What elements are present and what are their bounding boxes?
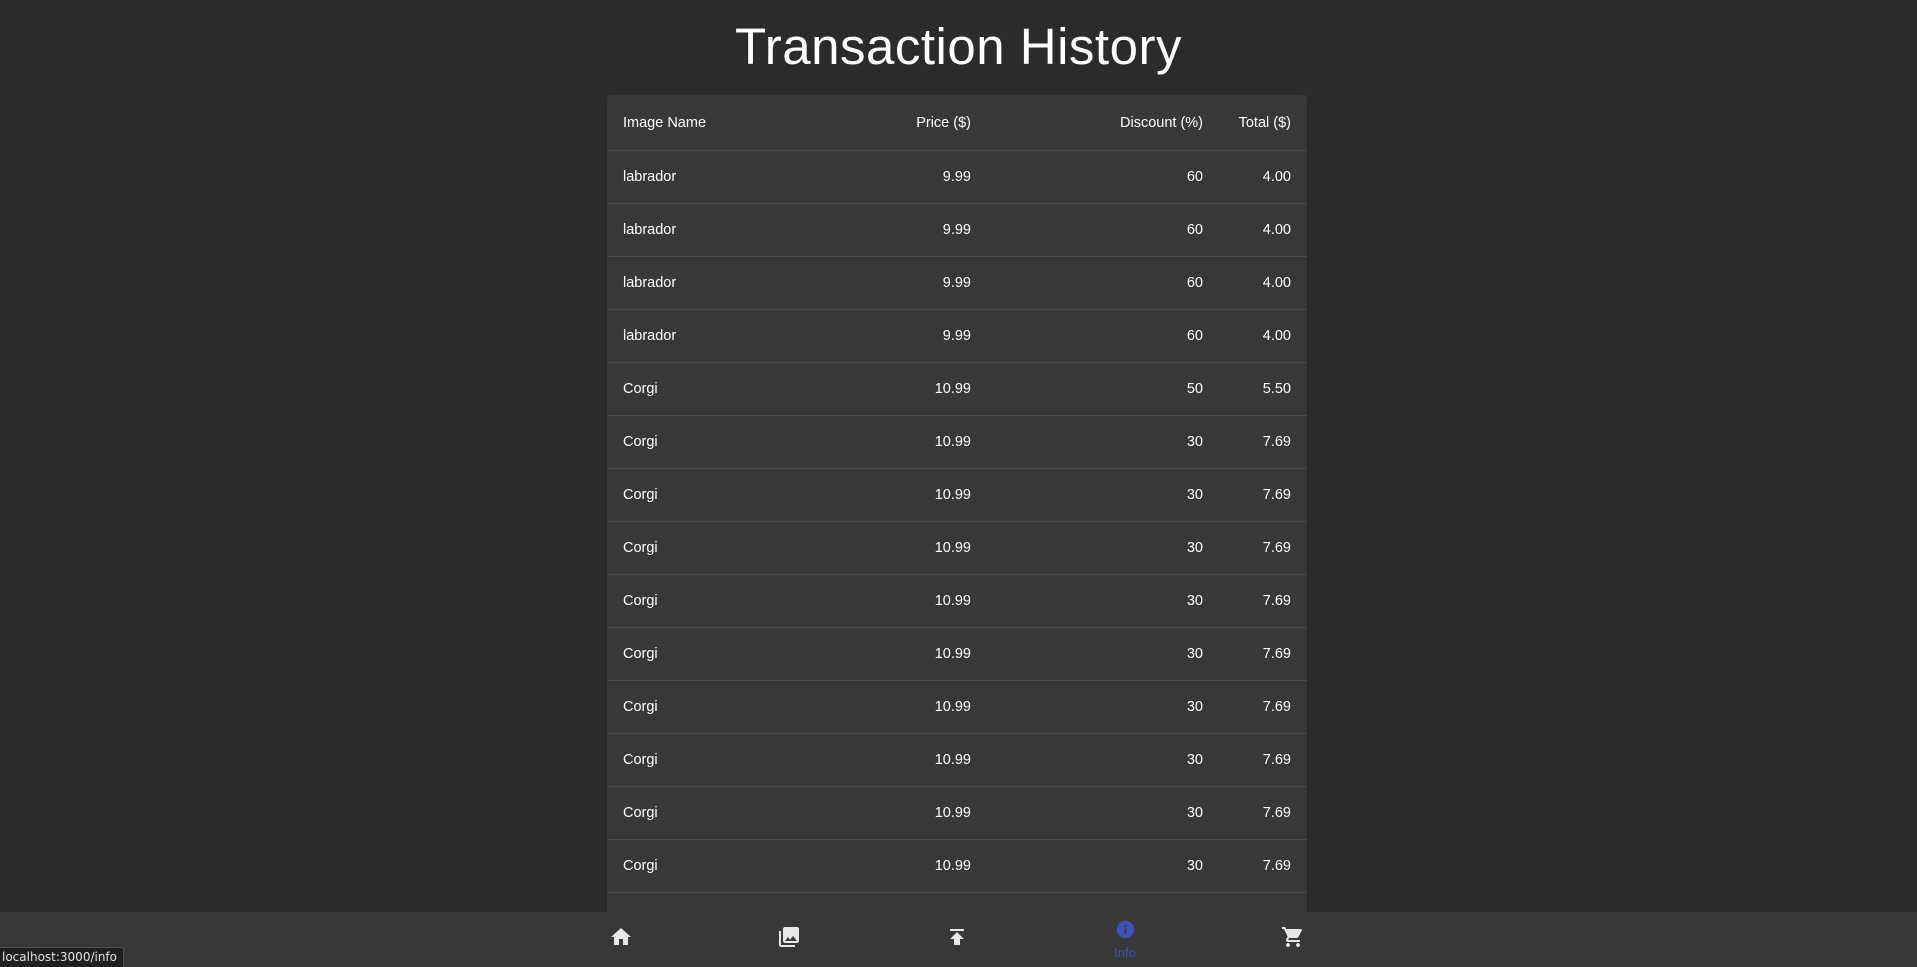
nav-info-label: Info bbox=[1114, 945, 1136, 960]
table-row: Corgi 10.99 30 7.69 bbox=[607, 627, 1307, 681]
cell-total bbox=[1219, 892, 1307, 912]
cell-total: 7.69 bbox=[1219, 839, 1307, 893]
cell-total: 7.69 bbox=[1219, 468, 1307, 522]
table-row: labrador 9.99 60 4.00 bbox=[607, 256, 1307, 310]
cell-discount: 60 bbox=[987, 309, 1219, 363]
cell-image-name: Corgi bbox=[607, 786, 829, 840]
table-row: Corgi 10.99 30 7.69 bbox=[607, 733, 1307, 787]
home-icon bbox=[609, 925, 633, 954]
table-row: Corgi 10.99 30 7.69 bbox=[607, 786, 1307, 840]
status-bar-url: localhost:3000/info bbox=[0, 947, 124, 967]
cell-image-name: Corgi bbox=[607, 733, 829, 787]
cart-icon bbox=[1281, 925, 1305, 954]
cell-price: 10.99 bbox=[829, 415, 987, 469]
cell-total: 5.50 bbox=[1219, 362, 1307, 416]
nav-info-button[interactable]: Info bbox=[1085, 912, 1165, 967]
bottom-navigation: Info bbox=[0, 912, 1917, 967]
cell-price: 10.99 bbox=[829, 468, 987, 522]
cell-total: 4.00 bbox=[1219, 150, 1307, 204]
table-row: labrador 9.99 60 4.00 bbox=[607, 309, 1307, 363]
cell-price: 9.99 bbox=[829, 150, 987, 204]
cell-price: 9.99 bbox=[829, 256, 987, 310]
cell-image-name: Corgi bbox=[607, 680, 829, 734]
cell-price: 9.99 bbox=[829, 309, 987, 363]
info-icon bbox=[1115, 919, 1136, 945]
table-row: labrador 9.99 60 4.00 bbox=[607, 203, 1307, 257]
cell-image-name: Corgi bbox=[607, 362, 829, 416]
table-row: Corgi 10.99 30 7.69 bbox=[607, 468, 1307, 522]
cell-price: 10.99 bbox=[829, 839, 987, 893]
cell-discount bbox=[987, 892, 1219, 912]
cell-discount: 30 bbox=[987, 786, 1219, 840]
cell-image-name: labrador bbox=[607, 150, 829, 204]
cell-total: 7.69 bbox=[1219, 627, 1307, 681]
cell-discount: 30 bbox=[987, 468, 1219, 522]
cell-image-name bbox=[607, 892, 829, 912]
table-row bbox=[607, 892, 1307, 912]
table-row: Corgi 10.99 30 7.69 bbox=[607, 680, 1307, 734]
transaction-table: Image Name Price ($) Discount (%) Total … bbox=[607, 95, 1307, 912]
cell-image-name: Corgi bbox=[607, 415, 829, 469]
cell-total: 4.00 bbox=[1219, 203, 1307, 257]
page: Transaction History Image Name Price ($)… bbox=[0, 0, 1917, 967]
cell-discount: 30 bbox=[987, 733, 1219, 787]
column-header-total: Total ($) bbox=[1219, 95, 1307, 151]
cell-price: 10.99 bbox=[829, 521, 987, 575]
cell-image-name: Corgi bbox=[607, 839, 829, 893]
cell-price: 10.99 bbox=[829, 733, 987, 787]
cell-price bbox=[829, 892, 987, 912]
cell-total: 7.69 bbox=[1219, 574, 1307, 628]
table-row: labrador 9.99 60 4.00 bbox=[607, 150, 1307, 204]
cell-image-name: Corgi bbox=[607, 468, 829, 522]
cell-total: 4.00 bbox=[1219, 256, 1307, 310]
cell-price: 10.99 bbox=[829, 574, 987, 628]
table-row: Corgi 10.99 30 7.69 bbox=[607, 415, 1307, 469]
cell-image-name: labrador bbox=[607, 309, 829, 363]
upload-icon bbox=[945, 925, 969, 954]
cell-discount: 60 bbox=[987, 256, 1219, 310]
column-header-discount: Discount (%) bbox=[987, 95, 1219, 151]
gallery-icon bbox=[777, 925, 801, 954]
cell-total: 7.69 bbox=[1219, 680, 1307, 734]
page-title: Transaction History bbox=[735, 18, 1182, 75]
nav-cart-button[interactable] bbox=[1253, 912, 1333, 967]
cell-discount: 30 bbox=[987, 415, 1219, 469]
table-row: Corgi 10.99 50 5.50 bbox=[607, 362, 1307, 416]
transaction-table-container[interactable]: Image Name Price ($) Discount (%) Total … bbox=[607, 95, 1307, 912]
cell-discount: 50 bbox=[987, 362, 1219, 416]
cell-image-name: Corgi bbox=[607, 521, 829, 575]
column-header-image-name: Image Name bbox=[607, 95, 829, 151]
cell-total: 7.69 bbox=[1219, 733, 1307, 787]
cell-discount: 60 bbox=[987, 150, 1219, 204]
column-header-price: Price ($) bbox=[829, 95, 987, 151]
table-row: Corgi 10.99 30 7.69 bbox=[607, 839, 1307, 893]
cell-total: 7.69 bbox=[1219, 786, 1307, 840]
table-row: Corgi 10.99 30 7.69 bbox=[607, 521, 1307, 575]
cell-image-name: labrador bbox=[607, 256, 829, 310]
cell-discount: 30 bbox=[987, 521, 1219, 575]
cell-image-name: Corgi bbox=[607, 574, 829, 628]
table-body: labrador 9.99 60 4.00 labrador 9.99 60 4.00 labr… bbox=[607, 150, 1307, 912]
cell-price: 10.99 bbox=[829, 786, 987, 840]
cell-discount: 60 bbox=[987, 203, 1219, 257]
cell-price: 10.99 bbox=[829, 627, 987, 681]
table-header-row: Image Name Price ($) Discount (%) Total … bbox=[607, 95, 1307, 151]
cell-total: 7.69 bbox=[1219, 521, 1307, 575]
cell-total: 4.00 bbox=[1219, 309, 1307, 363]
cell-image-name: Corgi bbox=[607, 627, 829, 681]
nav-home-button[interactable] bbox=[581, 912, 661, 967]
table-row: Corgi 10.99 30 7.69 bbox=[607, 574, 1307, 628]
nav-gallery-button[interactable] bbox=[749, 912, 829, 967]
cell-discount: 30 bbox=[987, 680, 1219, 734]
cell-discount: 30 bbox=[987, 627, 1219, 681]
cell-discount: 30 bbox=[987, 839, 1219, 893]
cell-discount: 30 bbox=[987, 574, 1219, 628]
cell-image-name: labrador bbox=[607, 203, 829, 257]
cell-total: 7.69 bbox=[1219, 415, 1307, 469]
cell-price: 10.99 bbox=[829, 362, 987, 416]
nav-upload-button[interactable] bbox=[917, 912, 997, 967]
cell-price: 10.99 bbox=[829, 680, 987, 734]
cell-price: 9.99 bbox=[829, 203, 987, 257]
